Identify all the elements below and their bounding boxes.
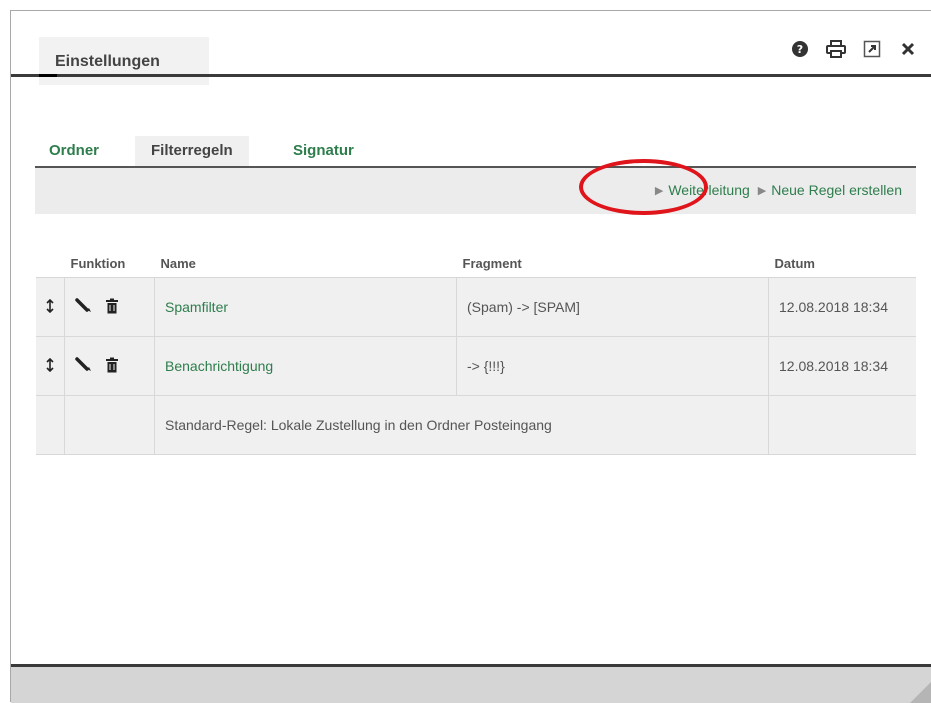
new-rule-link[interactable]: Neue Regel erstellen bbox=[771, 182, 902, 198]
table-header-row: Funktion Name Fragment Datum bbox=[36, 249, 916, 278]
settings-dialog: Einstellungen ? Ordner Filterregeln Sign… bbox=[10, 10, 931, 703]
window-controls: ? bbox=[789, 37, 919, 61]
title-divider bbox=[11, 74, 931, 77]
title-tab: Einstellungen bbox=[39, 37, 209, 85]
table-row: Spamfilter (Spam) -> [SPAM] 12.08.2018 1… bbox=[36, 277, 916, 337]
close-icon[interactable] bbox=[897, 38, 919, 60]
chevron-right-icon: ▶ bbox=[757, 184, 767, 197]
edit-icon[interactable] bbox=[75, 356, 93, 376]
drag-handle-icon[interactable] bbox=[36, 336, 65, 396]
tab-filterregeln[interactable]: Filterregeln bbox=[135, 136, 249, 166]
drag-handle-icon[interactable] bbox=[36, 277, 65, 337]
empty-cell bbox=[36, 395, 65, 455]
row-functions bbox=[64, 336, 155, 396]
filter-rules-table: Funktion Name Fragment Datum Spamfilter … bbox=[36, 249, 916, 455]
popout-icon[interactable] bbox=[861, 38, 883, 60]
rule-name-link[interactable]: Benachrichtigung bbox=[165, 358, 273, 374]
footer-bar bbox=[11, 667, 931, 703]
tab-signatur[interactable]: Signatur bbox=[293, 136, 354, 166]
empty-cell bbox=[64, 395, 155, 455]
rule-fragment-cell: -> {!!!} bbox=[456, 336, 769, 396]
tab-ordner[interactable]: Ordner bbox=[49, 136, 99, 166]
trash-icon[interactable] bbox=[105, 357, 119, 376]
column-header-fragment: Fragment bbox=[456, 249, 769, 278]
action-bar: ▶ Weiterleitung ▶ Neue Regel erstellen bbox=[35, 168, 916, 214]
rule-name-link[interactable]: Spamfilter bbox=[165, 299, 228, 315]
chevron-right-icon: ▶ bbox=[654, 184, 664, 197]
svg-text:?: ? bbox=[797, 43, 803, 56]
rule-name-cell: Benachrichtigung bbox=[154, 336, 457, 396]
rule-date-cell: 12.08.2018 18:34 bbox=[768, 336, 916, 396]
dialog-title: Einstellungen bbox=[55, 53, 160, 70]
edit-icon[interactable] bbox=[75, 297, 93, 317]
resize-handle-icon[interactable] bbox=[910, 681, 931, 703]
action-links: ▶ Weiterleitung ▶ Neue Regel erstellen bbox=[647, 182, 902, 198]
default-rule-text: Standard-Regel: Lokale Zustellung in den… bbox=[154, 395, 769, 455]
column-header-name: Name bbox=[154, 249, 457, 278]
default-rule-row: Standard-Regel: Lokale Zustellung in den… bbox=[36, 395, 916, 455]
rule-date-cell: 12.08.2018 18:34 bbox=[768, 277, 916, 337]
rule-name-cell: Spamfilter bbox=[154, 277, 457, 337]
rule-fragment-cell: (Spam) -> [SPAM] bbox=[456, 277, 769, 337]
empty-cell bbox=[768, 395, 916, 455]
row-functions bbox=[64, 277, 155, 337]
table-row: Benachrichtigung -> {!!!} 12.08.2018 18:… bbox=[36, 336, 916, 396]
column-header-datum: Datum bbox=[768, 249, 916, 278]
help-icon[interactable]: ? bbox=[789, 38, 811, 60]
trash-icon[interactable] bbox=[105, 298, 119, 317]
drag-column-header bbox=[36, 249, 65, 278]
forward-link[interactable]: Weiterleitung bbox=[668, 182, 749, 198]
print-icon[interactable] bbox=[825, 38, 847, 60]
column-header-funktion: Funktion bbox=[64, 249, 155, 278]
